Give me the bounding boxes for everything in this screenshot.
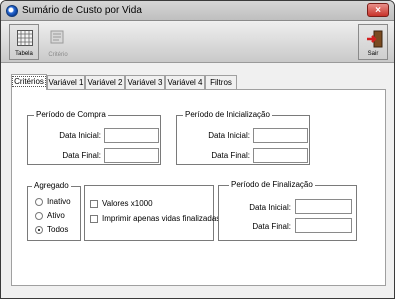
tab-variavel-1-label: Variável 1: [48, 78, 84, 87]
compra-inicial-label: Data Inicial:: [59, 131, 101, 140]
agregado-group: Agregado Inativo Ativo Todos: [27, 181, 81, 241]
tab-criterios[interactable]: Critérios: [11, 74, 47, 90]
opcoes-group: Valores x1000 Imprimir apenas vidas fina…: [84, 185, 220, 241]
sair-button[interactable]: Sair: [358, 24, 388, 60]
criterio-button[interactable]: Critério: [43, 24, 73, 60]
radio-inativo-button[interactable]: [35, 198, 43, 206]
tab-variavel-3-label: Variável 3: [127, 78, 163, 87]
criterios-panel: Período de Compra Data Inicial: Data Fin…: [11, 89, 386, 286]
tab-variavel-4[interactable]: Variável 4: [165, 75, 205, 89]
compra-data-final-input[interactable]: [104, 148, 159, 163]
tab-variavel-3[interactable]: Variável 3: [125, 75, 165, 89]
tab-variavel-1[interactable]: Variável 1: [47, 75, 85, 89]
periodo-finalizacao-title: Período de Finalização: [229, 180, 315, 189]
finalizacao-data-final-input[interactable]: [295, 218, 352, 233]
periodo-compra-group: Período de Compra Data Inicial: Data Fin…: [27, 110, 161, 165]
criteria-icon: [50, 30, 64, 44]
valores-x1000-label: Valores x1000: [102, 199, 153, 208]
finalizacao-final-label: Data Final:: [252, 222, 291, 231]
tab-filtros[interactable]: Filtros: [205, 75, 237, 89]
imprimir-finalizadas-box[interactable]: [90, 215, 98, 223]
tabelas-button[interactable]: Tabela: [9, 24, 39, 60]
periodo-compra-title: Período de Compra: [34, 110, 108, 119]
criterio-label: Critério: [48, 52, 68, 58]
radio-ativo-button[interactable]: [35, 212, 43, 220]
tab-variavel-2[interactable]: Variável 2: [85, 75, 125, 89]
tab-filtros-label: Filtros: [210, 78, 232, 87]
tab-variavel-2-label: Variável 2: [87, 78, 123, 87]
periodo-finalizacao-group: Período de Finalização Data Inicial: Dat…: [218, 180, 357, 241]
close-button[interactable]: ×: [367, 3, 389, 17]
imprimir-finalizadas-label: Imprimir apenas vidas finalizadas: [102, 214, 221, 223]
inicializacao-data-final-input[interactable]: [253, 148, 308, 163]
toolbar: Tabela Critério Sair: [1, 22, 394, 63]
tab-criterios-label: Critérios: [12, 76, 46, 87]
radio-todos-button[interactable]: [35, 226, 43, 234]
grid-table-icon: [17, 30, 33, 46]
app-window: Sumário de Custo por Vida × Tabela Crité…: [0, 0, 395, 299]
tabelas-label: Tabela: [15, 51, 33, 57]
close-icon: ×: [375, 5, 381, 16]
tab-variavel-4-label: Variável 4: [167, 78, 203, 87]
finalizacao-data-inicial-input[interactable]: [295, 199, 352, 214]
radio-inativo-label: Inativo: [47, 197, 71, 206]
compra-final-label: Data Final:: [62, 151, 101, 160]
valores-x1000-box[interactable]: [90, 200, 98, 208]
inicializacao-inicial-label: Data Inicial:: [208, 131, 250, 140]
radio-ativo-label: Ativo: [47, 211, 65, 220]
inicializacao-data-inicial-input[interactable]: [253, 128, 308, 143]
periodo-inicializacao-title: Período de Inicialização: [183, 110, 272, 119]
app-logo-icon: [6, 5, 18, 17]
sair-label: Sair: [367, 51, 379, 57]
title-bar: Sumário de Custo por Vida ×: [1, 1, 394, 21]
inicializacao-final-label: Data Final:: [211, 151, 250, 160]
window-title: Sumário de Custo por Vida: [22, 5, 142, 16]
finalizacao-inicial-label: Data Inicial:: [249, 203, 291, 212]
radio-todos-label: Todos: [47, 225, 69, 234]
compra-data-inicial-input[interactable]: [104, 128, 159, 143]
periodo-inicializacao-group: Período de Inicialização Data Inicial: D…: [176, 110, 310, 165]
agregado-title: Agregado: [32, 181, 71, 190]
exit-door-icon: [367, 30, 383, 48]
